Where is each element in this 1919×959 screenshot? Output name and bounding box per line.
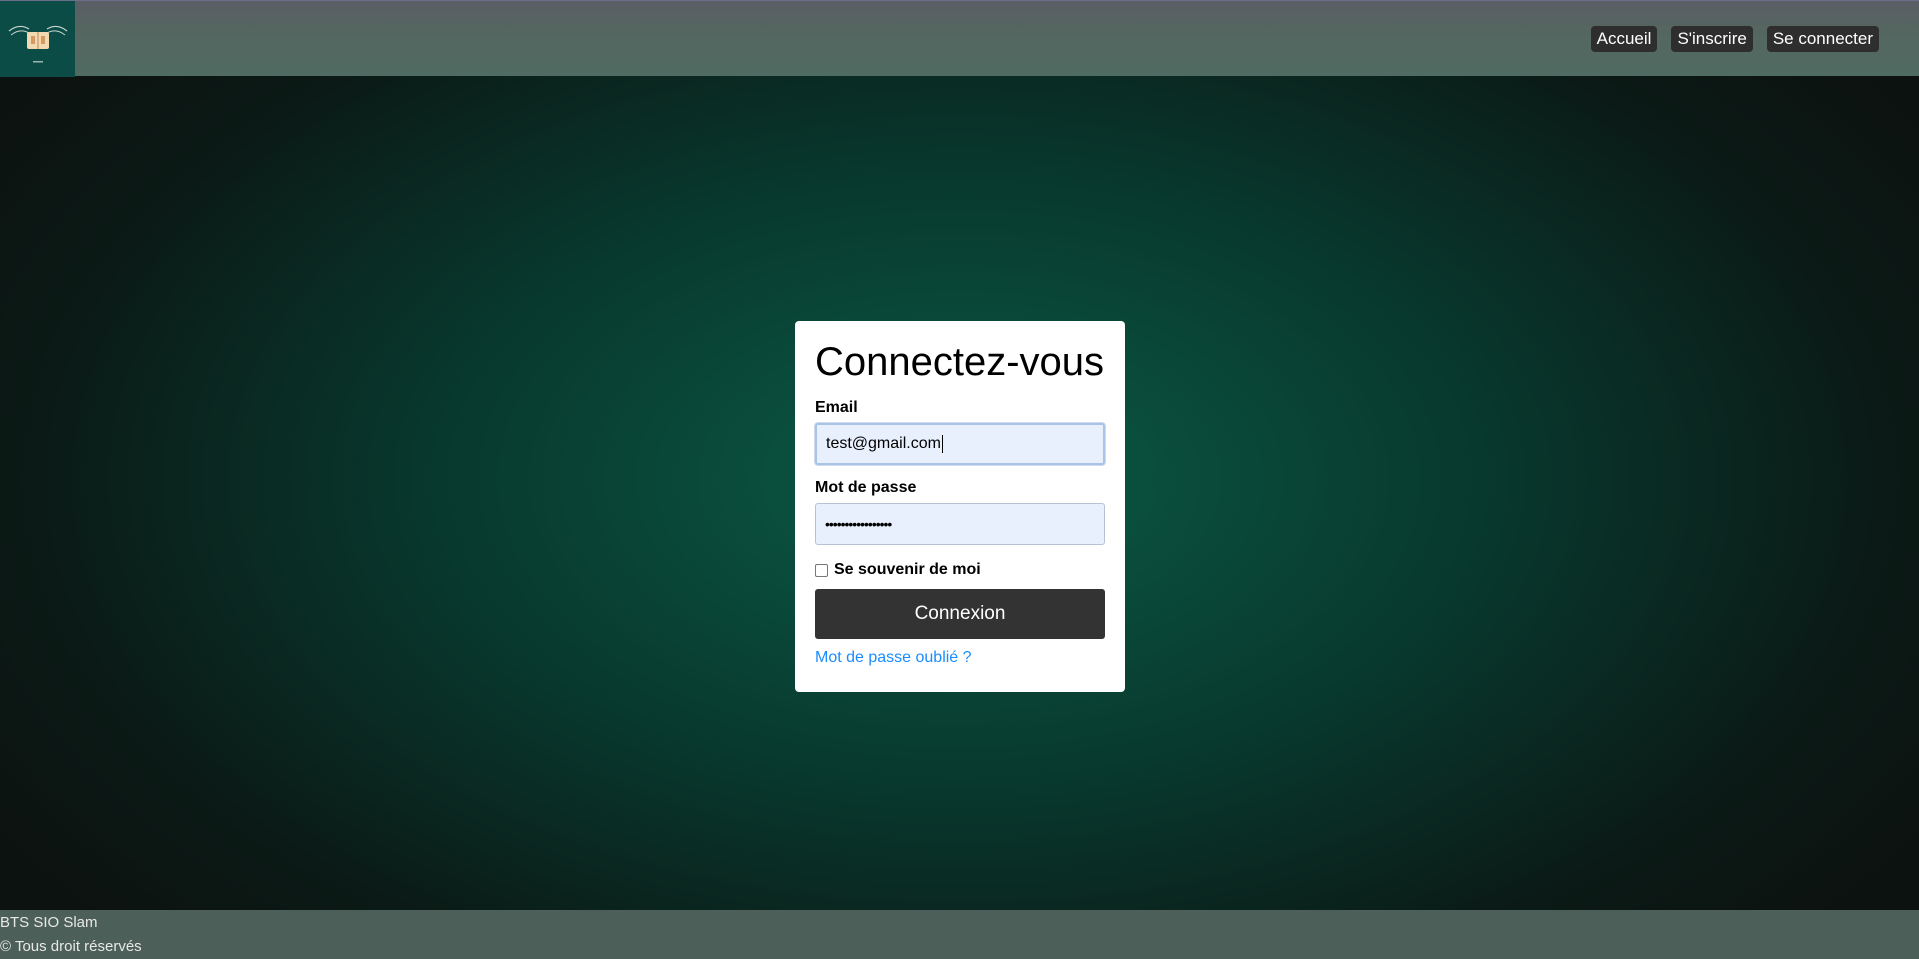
site-logo[interactable] <box>0 1 75 77</box>
login-card: Connectez-vous Email test@gmail.com Mot … <box>795 321 1125 692</box>
text-caret <box>941 435 943 453</box>
footer-line-1: BTS SIO Slam <box>0 914 98 931</box>
password-field[interactable]: ••••••••••••••••• <box>815 503 1105 545</box>
remember-me-row: Se souvenir de moi <box>815 561 1105 579</box>
forgot-password-link[interactable]: Mot de passe oublié ? <box>815 649 1105 667</box>
email-field[interactable]: test@gmail.com <box>815 423 1105 465</box>
remember-me-checkbox[interactable] <box>815 563 828 577</box>
page-title: Connectez-vous <box>815 340 1105 384</box>
main-nav: Accueil S'inscrire Se connecter <box>1590 26 1879 52</box>
book-wings-logo-icon <box>8 25 67 63</box>
nav-se-connecter[interactable]: Se connecter <box>1766 26 1879 52</box>
email-label: Email <box>815 399 858 416</box>
site-header: Accueil S'inscrire Se connecter <box>0 0 1919 77</box>
password-value: ••••••••••••••••• <box>825 516 892 532</box>
remember-me-label[interactable]: Se souvenir de moi <box>834 561 981 579</box>
nav-accueil[interactable]: Accueil <box>1590 26 1658 52</box>
login-button[interactable]: Connexion <box>815 589 1105 639</box>
footer-copyright: © Tous droit réservés <box>0 938 142 955</box>
password-label: Mot de passe <box>815 479 917 496</box>
email-value: test@gmail.com <box>826 435 941 452</box>
site-footer: BTS SIO Slam © Tous droit réservés <box>0 910 1919 959</box>
nav-sinscrire[interactable]: S'inscrire <box>1671 26 1753 52</box>
